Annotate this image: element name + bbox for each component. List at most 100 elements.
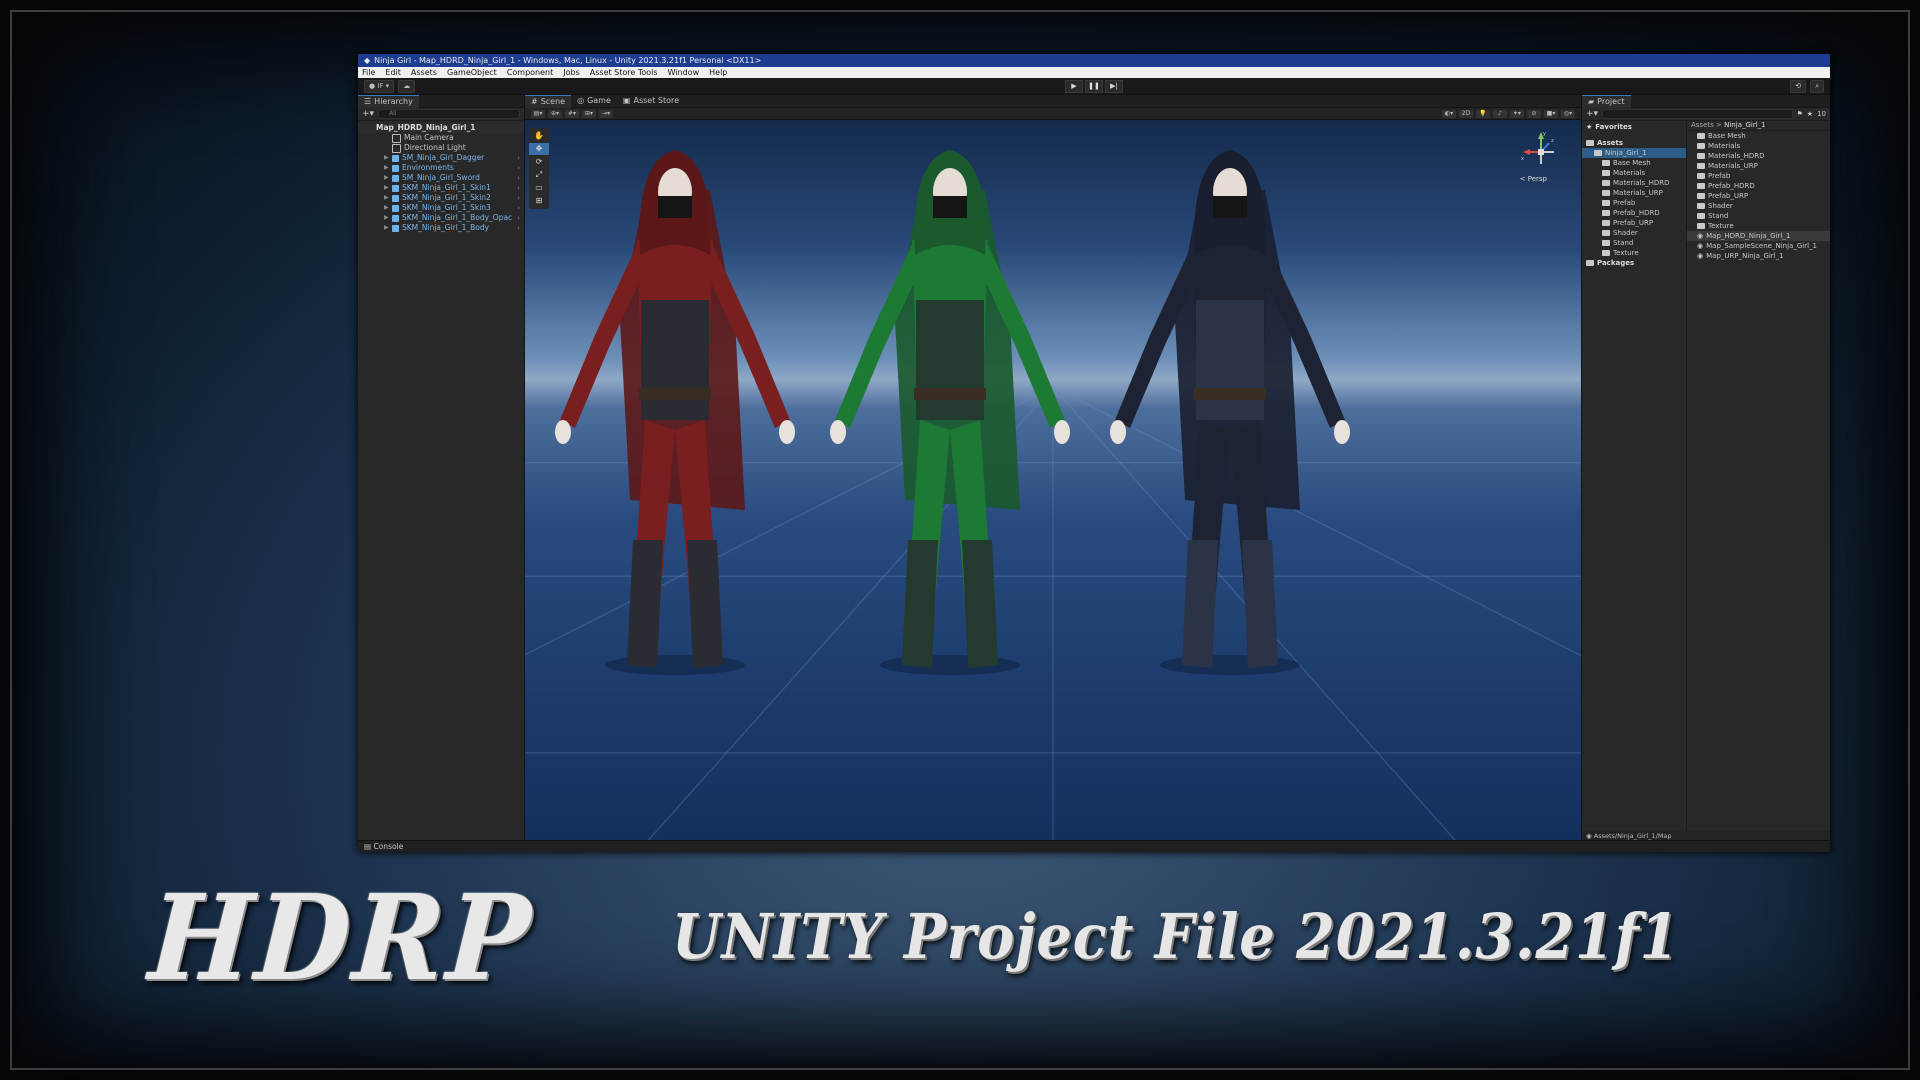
hierarchy-item[interactable]: ▶ › SKM_Ninja_Girl_1_Skin1: [358, 183, 524, 193]
expand-arrow-icon[interactable]: ▶: [384, 173, 389, 183]
tab-game[interactable]: ◎ Game: [571, 95, 617, 107]
pause-button[interactable]: ❚❚: [1085, 79, 1103, 93]
prefab-open-icon[interactable]: ›: [517, 163, 520, 173]
hierarchy-item[interactable]: ▶ › Environments: [358, 163, 524, 173]
project-tree-folder[interactable]: Materials: [1582, 168, 1686, 178]
project-asset-item[interactable]: Base Mesh: [1687, 131, 1830, 141]
scene-viewport[interactable]: ✋ ✥ ⟳ ⤢ ▭ ⊞ y x z < Persp: [525, 120, 1581, 841]
assets-root[interactable]: Assets: [1582, 138, 1686, 148]
packages-root[interactable]: Packages: [1582, 258, 1686, 268]
menu-gameobject[interactable]: GameObject: [447, 67, 497, 78]
expand-arrow-icon[interactable]: ▶: [384, 183, 389, 193]
tab-asset-store[interactable]: ▣ Asset Store: [617, 95, 685, 107]
orientation-gizmo-icon[interactable]: y x z: [1521, 130, 1561, 178]
increment-snap-button[interactable]: ⇥▾: [599, 109, 613, 118]
menu-asset-store-tools[interactable]: Asset Store Tools: [590, 67, 658, 78]
expand-arrow-icon[interactable]: ▶: [384, 223, 389, 233]
account-dropdown[interactable]: ● IF ▾: [364, 79, 395, 93]
hierarchy-item[interactable]: ▶ › SKM_Ninja_Girl_1_Body: [358, 223, 524, 233]
breadcrumb-root[interactable]: Assets: [1691, 121, 1714, 129]
effects-dropdown[interactable]: ✦▾: [1510, 109, 1524, 118]
mode-2d-toggle[interactable]: 2D: [1459, 109, 1473, 118]
project-asset-item[interactable]: Shader: [1687, 201, 1830, 211]
tab-project[interactable]: ▰ Project: [1582, 94, 1631, 108]
play-button[interactable]: ▶: [1065, 79, 1083, 93]
audio-toggle[interactable]: ♪: [1493, 109, 1507, 118]
ninja-green[interactable]: [830, 150, 1070, 675]
step-button[interactable]: ▶|: [1105, 79, 1123, 93]
project-tree-folder[interactable]: Materials_HDRD: [1582, 178, 1686, 188]
expand-arrow-icon[interactable]: ▶: [384, 153, 389, 163]
gizmos-dropdown[interactable]: ◎▾: [1561, 109, 1575, 118]
project-asset-item[interactable]: Stand: [1687, 211, 1830, 221]
project-asset-item[interactable]: Materials_HDRD: [1687, 151, 1830, 161]
prefab-open-icon[interactable]: ›: [517, 203, 520, 213]
project-tree-folder[interactable]: Ninja_Girl_1: [1582, 148, 1686, 158]
menu-assets[interactable]: Assets: [411, 67, 437, 78]
lighting-toggle[interactable]: 💡: [1476, 109, 1490, 118]
project-asset-item[interactable]: Texture: [1687, 221, 1830, 231]
menu-file[interactable]: File: [362, 67, 375, 78]
hidden-objects-toggle[interactable]: ⊘: [1527, 109, 1541, 118]
cloud-icon[interactable]: ☁: [398, 79, 416, 93]
history-icon[interactable]: ⟲: [1790, 79, 1807, 93]
project-tree-folder[interactable]: Base Mesh: [1582, 158, 1686, 168]
expand-arrow-icon[interactable]: ▶: [384, 163, 389, 173]
breadcrumb-current[interactable]: Ninja_Girl_1: [1724, 121, 1766, 129]
hierarchy-item[interactable]: ▶ › SKM_Ninja_Girl_1_Skin3: [358, 203, 524, 213]
hierarchy-item[interactable]: ▶ › SM_Ninja_Girl_Sword: [358, 173, 524, 183]
project-tree-folder[interactable]: Stand: [1582, 238, 1686, 248]
grid-snap-button[interactable]: #▾: [565, 109, 579, 118]
star-icon[interactable]: ★: [1807, 110, 1813, 118]
project-asset-item[interactable]: Materials_URP: [1687, 161, 1830, 171]
menu-window[interactable]: Window: [668, 67, 700, 78]
menu-edit[interactable]: Edit: [385, 67, 401, 78]
project-asset-item[interactable]: ◉ Map_HDRD_Ninja_Girl_1: [1687, 231, 1830, 241]
tab-scene[interactable]: # Scene: [525, 94, 572, 108]
project-asset-item[interactable]: Prefab_URP: [1687, 191, 1830, 201]
hierarchy-item[interactable]: ▶ › SKM_Ninja_Girl_1_Skin2: [358, 193, 524, 203]
ninja-navy[interactable]: [1110, 150, 1350, 675]
scene-root[interactable]: Map_HDRD_Ninja_Girl_1: [358, 123, 723, 184]
hierarchy-item[interactable]: Directional Light: [358, 143, 524, 153]
shading-dropdown[interactable]: ◐▾: [1442, 109, 1456, 118]
expand-arrow-icon[interactable]: ▶: [384, 203, 389, 213]
hierarchy-item[interactable]: Main Camera: [358, 133, 524, 143]
add-asset-icon[interactable]: +▾: [1586, 109, 1598, 119]
snap-increment-button[interactable]: ⊞▾: [582, 109, 596, 118]
prefab-open-icon[interactable]: ›: [517, 173, 520, 183]
prefab-open-icon[interactable]: ›: [517, 223, 520, 233]
search-icon[interactable]: ⌕: [1810, 79, 1824, 93]
prefab-open-icon[interactable]: ›: [517, 183, 520, 193]
ninja-red[interactable]: [555, 150, 795, 675]
prefab-open-icon[interactable]: ›: [517, 153, 520, 163]
project-tree-folder[interactable]: Prefab_URP: [1582, 218, 1686, 228]
tab-hierarchy[interactable]: ☰ Hierarchy: [358, 94, 419, 108]
expand-arrow-icon[interactable]: ▶: [384, 213, 389, 223]
expand-arrow-icon[interactable]: ▶: [384, 193, 389, 203]
project-tree-folder[interactable]: Prefab: [1582, 198, 1686, 208]
menu-jobs[interactable]: Jobs: [563, 67, 580, 78]
pivot-dropdown[interactable]: ⊕▾: [548, 109, 562, 118]
project-tree-folder[interactable]: Texture: [1582, 248, 1686, 258]
camera-dropdown[interactable]: ■▾: [1544, 109, 1558, 118]
add-icon[interactable]: +▾: [362, 109, 374, 119]
menu-help[interactable]: Help: [709, 67, 727, 78]
project-search-input[interactable]: [1602, 109, 1793, 119]
prefab-open-icon[interactable]: ›: [517, 193, 520, 203]
project-asset-item[interactable]: ◉ Map_SampleScene_Ninja_Girl_1: [1687, 241, 1830, 251]
project-asset-item[interactable]: Prefab: [1687, 171, 1830, 181]
project-asset-item[interactable]: Materials: [1687, 141, 1830, 151]
favorites-header[interactable]: ★ Favorites: [1582, 122, 1686, 132]
project-asset-item[interactable]: ◉ Map_URP_Ninja_Girl_1: [1687, 251, 1830, 261]
hierarchy-item[interactable]: ▶ › SKM_Ninja_Girl_1_Body_Opac: [358, 213, 524, 223]
project-tree-folder[interactable]: Materials_URP: [1582, 188, 1686, 198]
persp-label[interactable]: < Persp: [1520, 175, 1547, 183]
menu-component[interactable]: Component: [507, 67, 553, 78]
draw-mode-dropdown[interactable]: ▤▾: [531, 109, 545, 118]
filter-icon[interactable]: ⚑: [1797, 110, 1803, 118]
hierarchy-item[interactable]: ▶ › SM_Ninja_Girl_Dagger: [358, 153, 524, 163]
hierarchy-search-input[interactable]: All: [378, 109, 520, 119]
prefab-open-icon[interactable]: ›: [517, 213, 520, 223]
project-asset-item[interactable]: Prefab_HDRD: [1687, 181, 1830, 191]
